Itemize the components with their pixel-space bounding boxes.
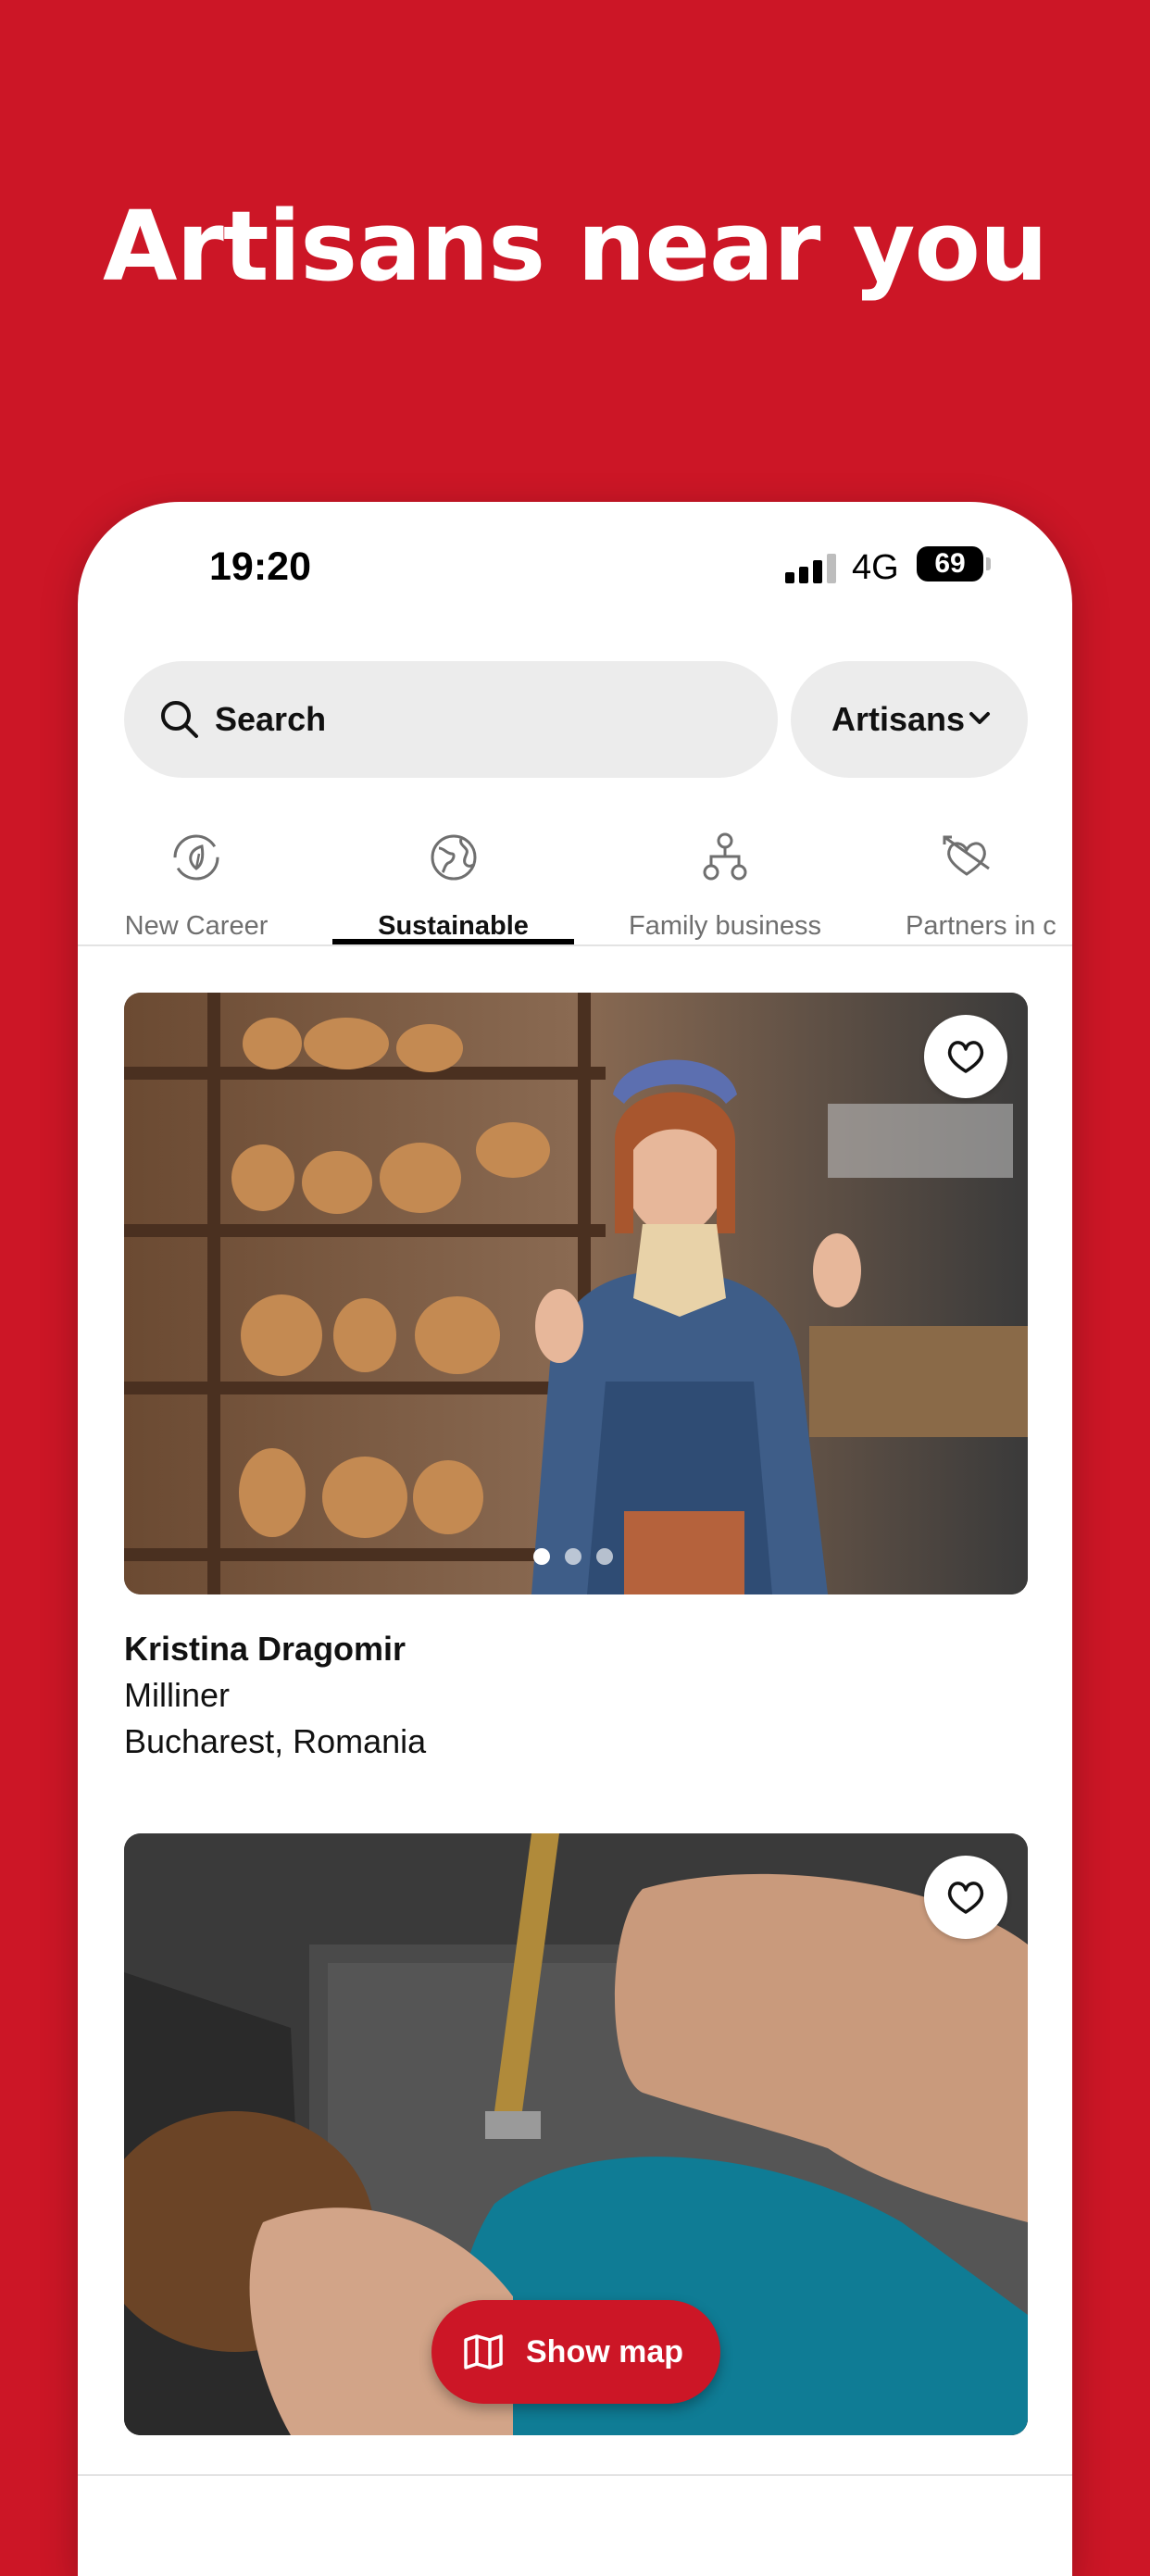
network-type: 4G xyxy=(852,548,899,587)
search-icon xyxy=(161,701,198,738)
tab-partners[interactable]: Partners in c xyxy=(906,807,1072,946)
tab-label: Family business xyxy=(629,911,821,941)
page-dot[interactable] xyxy=(533,1548,550,1565)
tab-new-career[interactable]: New Career xyxy=(96,807,296,946)
tab-label: Sustainable xyxy=(378,911,529,941)
phone-frame: 19:20 4G 69 Search Artisans New Career S… xyxy=(78,502,1072,2576)
artisan-craft: Milliner xyxy=(124,1676,231,1714)
leaf-cycle-icon xyxy=(173,834,219,881)
tab-label: Partners in c xyxy=(906,911,1056,941)
battery-icon: 69 xyxy=(917,546,983,581)
status-time: 19:20 xyxy=(209,544,311,589)
battery-tip xyxy=(986,557,991,570)
milliner-workshop-photo xyxy=(124,993,1028,1594)
artisans-filter-button[interactable]: Artisans xyxy=(791,661,1028,778)
show-map-button[interactable]: Show map xyxy=(431,2300,720,2404)
tab-family-business[interactable]: Family business xyxy=(602,807,848,946)
heart-icon xyxy=(947,1041,984,1073)
page-dot[interactable] xyxy=(596,1548,613,1565)
filter-label: Artisans xyxy=(831,700,966,738)
promo-headline: Artisans near you xyxy=(103,190,1048,303)
heart-arrow-icon xyxy=(943,835,990,876)
tab-sustainable[interactable]: Sustainable xyxy=(332,807,574,946)
show-map-label: Show map xyxy=(526,2334,684,2370)
family-tree-icon xyxy=(703,832,747,881)
tab-label: New Career xyxy=(124,911,269,941)
list-divider xyxy=(78,2474,1072,2476)
category-tabs: New Career Sustainable Family business P… xyxy=(78,807,1072,946)
artisan-location: Bucharest, Romania xyxy=(124,1722,427,1760)
search-placeholder: Search xyxy=(215,700,327,738)
artisan-photo[interactable] xyxy=(124,993,1028,1594)
heart-icon xyxy=(947,1882,984,1914)
search-input[interactable]: Search xyxy=(124,661,778,778)
signal-icon xyxy=(785,552,837,583)
map-icon xyxy=(464,2334,503,2370)
favorite-button[interactable] xyxy=(924,1856,1007,1939)
artisan-name[interactable]: Kristina Dragomir xyxy=(124,1630,406,1669)
globe-icon xyxy=(431,834,476,881)
chevron-down-icon xyxy=(969,712,990,724)
tabs-divider xyxy=(78,944,1072,946)
page-dot[interactable] xyxy=(565,1548,581,1565)
favorite-button[interactable] xyxy=(924,1015,1007,1098)
